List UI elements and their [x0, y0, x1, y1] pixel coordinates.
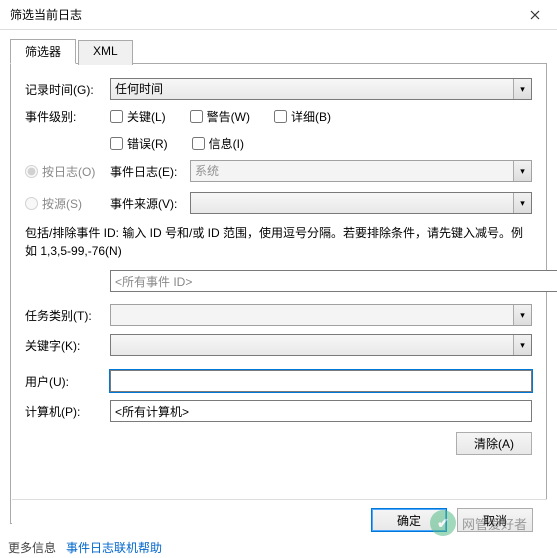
- event-id-input[interactable]: [110, 270, 557, 292]
- window-title: 筛选当前日志: [10, 6, 82, 23]
- clear-button[interactable]: 清除(A): [456, 432, 532, 455]
- event-source-select[interactable]: [190, 192, 532, 214]
- level-label: 事件级别:: [25, 108, 110, 125]
- task-label: 任务类别(T):: [25, 307, 110, 324]
- ok-button[interactable]: 确定: [371, 508, 447, 532]
- titlebar: 筛选当前日志: [0, 0, 557, 30]
- check-critical[interactable]: 关键(L): [110, 108, 166, 125]
- logged-select[interactable]: 任何时间: [110, 78, 532, 100]
- computer-label: 计算机(P):: [25, 403, 110, 420]
- logged-label: 记录时间(G):: [25, 81, 110, 98]
- tab-filter[interactable]: 筛选器: [10, 39, 76, 64]
- filter-panel: 记录时间(G): 任何时间 ▾ 事件级别: 关键(L) 警告(W) 详细(B) …: [10, 64, 547, 524]
- tab-xml[interactable]: XML: [78, 40, 133, 65]
- check-verbose[interactable]: 详细(B): [274, 108, 331, 125]
- computer-input[interactable]: [110, 400, 532, 422]
- keywords-label: 关键字(K):: [25, 337, 110, 354]
- tab-strip: 筛选器 XML: [10, 38, 547, 64]
- event-source-label: 事件来源(V):: [110, 195, 190, 212]
- event-log-select[interactable]: 系统: [190, 160, 532, 182]
- check-warning[interactable]: 警告(W): [190, 108, 250, 125]
- radio-by-source[interactable]: 按源(S): [25, 195, 110, 212]
- dialog-footer: 确定 取消: [12, 499, 547, 540]
- check-error[interactable]: 错误(R): [110, 135, 168, 152]
- close-button[interactable]: [512, 0, 557, 30]
- keywords-select[interactable]: [110, 334, 532, 356]
- check-info[interactable]: 信息(I): [192, 135, 244, 152]
- user-label: 用户(U):: [25, 373, 110, 390]
- close-icon: [530, 10, 540, 20]
- more-info-label: 更多信息: [8, 539, 56, 556]
- event-id-help: 包括/排除事件 ID: 输入 ID 号和/或 ID 范围，使用逗号分隔。若要排除…: [25, 224, 532, 260]
- task-select[interactable]: [110, 304, 532, 326]
- help-link[interactable]: 事件日志联机帮助: [66, 539, 162, 556]
- bottom-meta: 更多信息 事件日志联机帮助: [8, 539, 162, 556]
- user-input[interactable]: [110, 370, 532, 392]
- event-log-label: 事件日志(E):: [110, 163, 190, 180]
- radio-by-log[interactable]: 按日志(O): [25, 163, 110, 180]
- cancel-button[interactable]: 取消: [457, 508, 533, 532]
